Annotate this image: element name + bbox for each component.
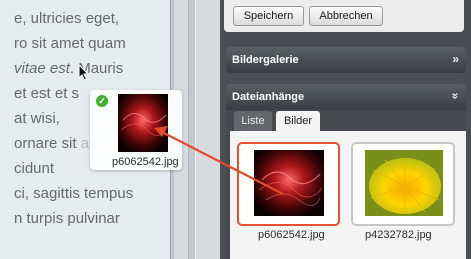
editor-line: cidunt bbox=[14, 160, 55, 177]
thumbnail-card[interactable] bbox=[351, 142, 455, 226]
tab-list[interactable]: Liste bbox=[234, 111, 272, 131]
attachments-panel-header[interactable]: Dateianhänge » bbox=[226, 84, 466, 110]
dragged-file-name: p6062542.jpg bbox=[112, 156, 179, 168]
editor-line: ro sit amet quam bbox=[14, 35, 126, 52]
editor-line: n turpis pulvinar bbox=[14, 210, 120, 227]
attachments-panel-title: Dateianhänge bbox=[232, 91, 305, 103]
file-name: p4232782.jpg bbox=[365, 229, 432, 241]
chevron-right-icon[interactable]: » bbox=[452, 52, 459, 66]
editor-line: vitae est. Mauris bbox=[14, 60, 124, 77]
editor-line: et est et s bbox=[14, 85, 80, 102]
italic-text: vitae est bbox=[14, 60, 70, 77]
file-name: p6062542.jpg bbox=[258, 229, 325, 241]
red-abstract-image bbox=[254, 150, 324, 216]
editor-line: ci, sagittis tempus bbox=[14, 185, 134, 202]
splitter-handle[interactable] bbox=[188, 0, 196, 259]
check-icon: ✓ bbox=[95, 94, 109, 108]
red-abstract-image bbox=[118, 94, 168, 152]
editor-line: e, ultricies eget, bbox=[14, 10, 120, 27]
editor-line: at wisi, bbox=[14, 110, 60, 127]
chevron-down-icon[interactable]: » bbox=[449, 93, 463, 100]
thumbnail-card[interactable] bbox=[237, 142, 340, 226]
tab-images[interactable]: Bilder bbox=[276, 111, 320, 131]
save-button[interactable]: Speichern bbox=[233, 6, 304, 26]
yellow-flower-image bbox=[365, 150, 443, 216]
editor-line: ornare sit am bbox=[14, 135, 102, 152]
gallery-panel-header[interactable]: Bildergalerie » bbox=[226, 47, 466, 73]
gallery-panel-title: Bildergalerie bbox=[232, 54, 299, 66]
mouse-pointer-icon bbox=[78, 64, 90, 81]
cancel-button[interactable]: Abbrechen bbox=[309, 6, 383, 26]
